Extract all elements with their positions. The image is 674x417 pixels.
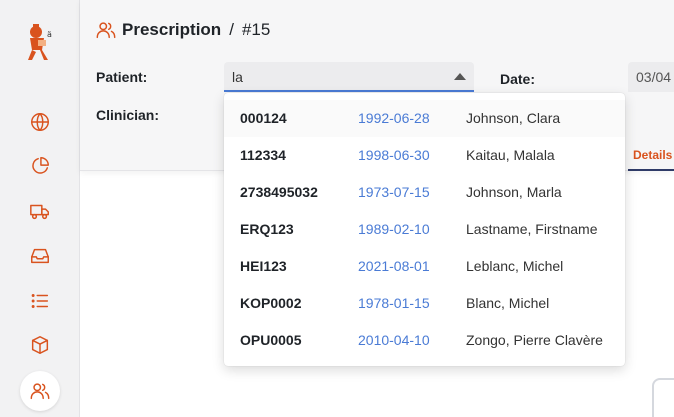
- title-separator: /: [229, 20, 234, 39]
- patient-code: 000124: [240, 110, 287, 126]
- patient-dob: 1978-01-15: [358, 295, 430, 311]
- inbox-icon: [31, 248, 49, 264]
- nav-patients[interactable]: [20, 371, 60, 411]
- pie-chart-icon: [32, 157, 49, 174]
- patient-code: ERQ123: [240, 221, 294, 237]
- patient-dob: 2021-08-01: [358, 258, 430, 274]
- list-item[interactable]: 000124 1992-06-28 Johnson, Clara: [224, 100, 625, 137]
- date-value: 03/04: [636, 69, 672, 85]
- patient-dob: 1998-06-30: [358, 147, 430, 163]
- list-item[interactable]: KOP0002 1978-01-15 Blanc, Michel: [224, 285, 625, 322]
- patient-dropdown: 000124 1992-06-28 Johnson, Clara 112334 …: [224, 93, 625, 366]
- sidebar: ä: [0, 0, 80, 417]
- app-logo: ä: [22, 20, 58, 66]
- package-icon: [31, 336, 49, 354]
- caret-up-icon[interactable]: [454, 73, 466, 80]
- patient-combobox[interactable]: [224, 62, 474, 92]
- list-item[interactable]: OPU0005 2010-04-10 Zongo, Pierre Clavère: [224, 322, 625, 359]
- svg-text:ä: ä: [47, 30, 52, 39]
- patient-code: KOP0002: [240, 295, 302, 311]
- nav-inbox[interactable]: [22, 238, 58, 274]
- truck-icon: [30, 204, 49, 220]
- patient-dob: 1989-02-10: [358, 221, 430, 237]
- patient-code: 112334: [240, 147, 286, 163]
- globe-icon: [31, 113, 49, 131]
- users-icon: [30, 383, 50, 400]
- date-label: Date:: [500, 71, 536, 87]
- tab-details-label: Details: [633, 148, 673, 162]
- nav-packages[interactable]: [22, 327, 58, 363]
- nav-globe[interactable]: [22, 104, 58, 140]
- patient-dob: 1992-06-28: [358, 110, 430, 126]
- patient-label: Patient:: [96, 69, 148, 85]
- nav-list[interactable]: [22, 283, 58, 319]
- list-item[interactable]: 2738495032 1973-07-15 Johnson, Marla: [224, 174, 625, 211]
- tab-details[interactable]: Details: [628, 145, 674, 171]
- patient-dob: 1973-07-15: [358, 184, 430, 200]
- patient-code: OPU0005: [240, 332, 302, 348]
- patient-input[interactable]: [232, 67, 432, 87]
- list-icon: [31, 294, 49, 308]
- date-field[interactable]: 03/04: [628, 62, 674, 92]
- list-item[interactable]: HEI123 2021-08-01 Leblanc, Michel: [224, 248, 625, 285]
- prescription-number: #15: [241, 20, 271, 39]
- patient-name: Lastname, Firstname: [466, 221, 598, 237]
- patient-name: Johnson, Clara: [466, 110, 561, 126]
- users-icon: [96, 22, 116, 39]
- patient-code: HEI123: [240, 258, 287, 274]
- patient-name: Kaitau, Malala: [466, 147, 555, 163]
- nav-reports[interactable]: [22, 148, 58, 184]
- nav-delivery[interactable]: [22, 193, 58, 229]
- page-title: Prescription / #15: [95, 18, 270, 42]
- patient-name: Johnson, Marla: [466, 184, 562, 200]
- list-item[interactable]: ERQ123 1989-02-10 Lastname, Firstname: [224, 211, 625, 248]
- patient-name: Blanc, Michel: [466, 295, 550, 311]
- patient-dob: 2010-04-10: [358, 332, 430, 348]
- list-item[interactable]: 112334 1998-06-30 Kaitau, Malala: [224, 137, 625, 174]
- patient-name: Leblanc, Michel: [466, 258, 564, 274]
- patient-code: 2738495032: [240, 184, 318, 200]
- content-card: [652, 378, 674, 417]
- patient-name: Zongo, Pierre Clavère: [466, 332, 603, 348]
- title-text: Prescription: [122, 20, 222, 39]
- clinician-label: Clinician:: [96, 107, 160, 123]
